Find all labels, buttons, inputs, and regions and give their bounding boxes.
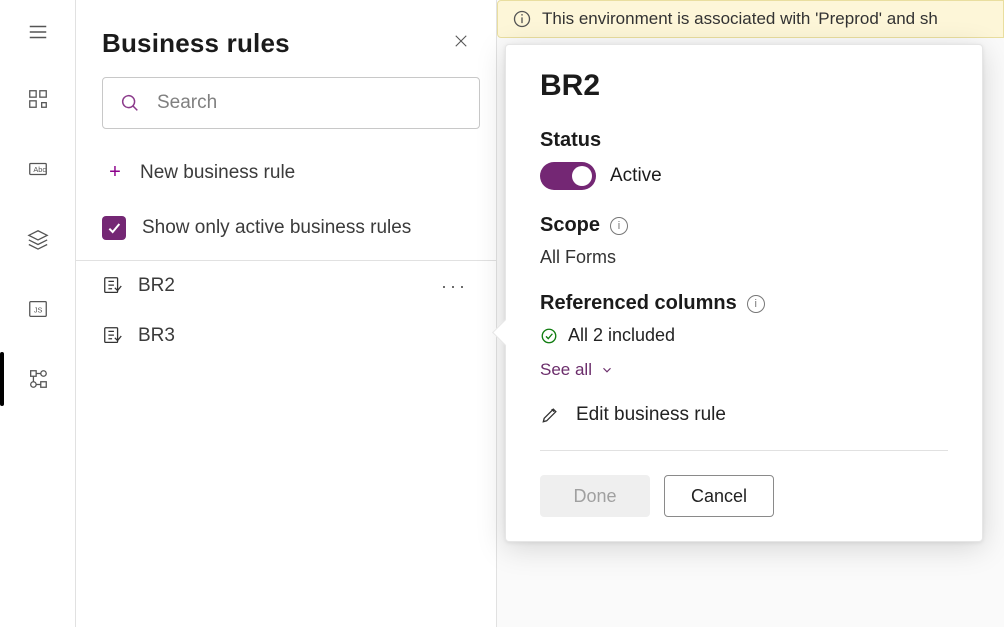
hamburger-icon[interactable] bbox=[0, 0, 75, 64]
search-icon bbox=[119, 92, 141, 114]
chevron-down-icon bbox=[600, 363, 614, 377]
check-circle-icon bbox=[540, 327, 558, 345]
detail-title: BR2 bbox=[540, 69, 948, 103]
svg-text:Abc: Abc bbox=[33, 165, 46, 174]
status-section: Status Active bbox=[540, 129, 948, 190]
environment-banner: This environment is associated with 'Pre… bbox=[497, 0, 1004, 38]
status-toggle[interactable] bbox=[540, 162, 596, 190]
edit-label: Edit business rule bbox=[576, 404, 726, 426]
layers-icon[interactable] bbox=[0, 204, 75, 274]
ref-value: All 2 included bbox=[568, 325, 675, 346]
svg-text:JS: JS bbox=[33, 306, 42, 315]
js-icon[interactable]: JS bbox=[0, 274, 75, 344]
show-active-label: Show only active business rules bbox=[142, 217, 411, 239]
edit-business-rule-button[interactable]: Edit business rule bbox=[540, 404, 948, 426]
done-button[interactable]: Done bbox=[540, 475, 650, 517]
more-icon[interactable]: ··· bbox=[435, 276, 474, 297]
rule-item-br3[interactable]: BR3 bbox=[76, 311, 496, 361]
info-icon bbox=[512, 9, 532, 29]
rule-list: BR2 ··· BR3 bbox=[76, 260, 496, 361]
panel-title: Business rules bbox=[102, 28, 290, 59]
see-all-link[interactable]: See all bbox=[540, 360, 614, 380]
business-rules-panel: Business rules + New business rule Show … bbox=[76, 0, 497, 627]
scope-section: Scope i All Forms bbox=[540, 214, 948, 268]
search-input[interactable] bbox=[102, 77, 480, 129]
plus-icon: + bbox=[106, 161, 124, 184]
info-icon[interactable]: i bbox=[747, 295, 765, 313]
rule-name: BR3 bbox=[138, 325, 175, 347]
rule-icon bbox=[102, 275, 124, 297]
environment-text: This environment is associated with 'Pre… bbox=[542, 9, 938, 29]
nav-rail: Abc JS bbox=[0, 0, 76, 627]
scope-value: All Forms bbox=[540, 247, 948, 268]
scope-label: Scope bbox=[540, 214, 600, 237]
referenced-columns-section: Referenced columns i All 2 included See … bbox=[540, 292, 948, 380]
cancel-button[interactable]: Cancel bbox=[664, 475, 774, 517]
new-rule-label: New business rule bbox=[140, 162, 295, 184]
rule-detail-card: BR2 Status Active Scope i All Forms Refe… bbox=[505, 44, 983, 542]
status-label: Status bbox=[540, 129, 948, 152]
new-business-rule-button[interactable]: + New business rule bbox=[76, 151, 496, 194]
pencil-icon bbox=[540, 405, 560, 425]
flow-icon[interactable] bbox=[0, 344, 75, 414]
checkbox-checked-icon[interactable] bbox=[102, 216, 126, 240]
card-footer: Done Cancel bbox=[540, 450, 948, 517]
show-active-toggle[interactable]: Show only active business rules bbox=[76, 194, 496, 260]
ref-label: Referenced columns bbox=[540, 292, 737, 315]
close-icon[interactable] bbox=[452, 32, 470, 55]
status-value: Active bbox=[610, 165, 662, 187]
rule-name: BR2 bbox=[138, 275, 175, 297]
text-icon[interactable]: Abc bbox=[0, 134, 75, 204]
apps-icon[interactable] bbox=[0, 64, 75, 134]
rule-item-br2[interactable]: BR2 ··· bbox=[76, 261, 496, 311]
info-icon[interactable]: i bbox=[610, 217, 628, 235]
rule-icon bbox=[102, 325, 124, 347]
search-field[interactable] bbox=[155, 91, 463, 115]
